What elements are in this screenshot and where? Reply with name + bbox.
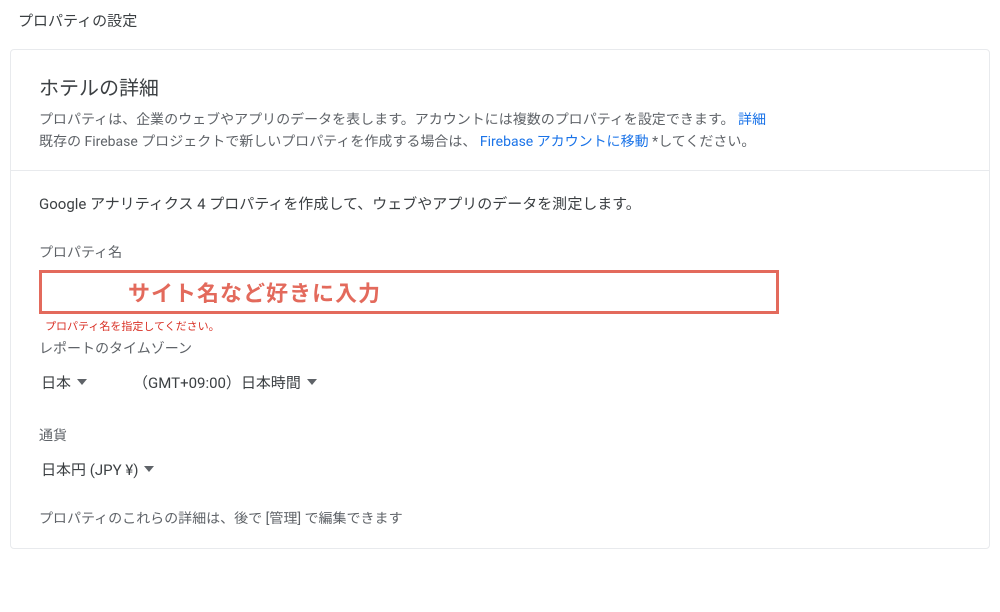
panel-header-title: ホテルの詳細 <box>39 72 961 101</box>
panel-header-description: プロパティは、企業のウェブやアプリのデータを表します。アカウントには複数のプロパ… <box>39 109 961 154</box>
panel-header: ホテルの詳細 プロパティは、企業のウェブやアプリのデータを表します。アカウントに… <box>11 50 989 171</box>
property-panel: ホテルの詳細 プロパティは、企業のウェブやアプリのデータを表します。アカウントに… <box>10 49 990 549</box>
timezone-value-text: （GMT+09:00）日本時間 <box>133 372 301 393</box>
desc-text-2a: 既存の Firebase プロジェクトで新しいプロパティを作成する場合は、 <box>39 134 476 150</box>
details-link[interactable]: 詳細 <box>738 112 766 128</box>
chevron-down-icon <box>307 379 317 385</box>
currency-dropdown[interactable]: 日本円 (JPY ¥) <box>39 453 156 486</box>
desc-text-2b: *してください。 <box>652 134 755 150</box>
annotation-overlay-text: サイト名など好きに入力 <box>128 276 381 308</box>
timezone-label: レポートのタイムゾーン <box>39 338 961 358</box>
chevron-down-icon <box>144 466 154 472</box>
lead-text: Google アナリティクス 4 プロパティを作成して、ウェブやアプリのデータを… <box>39 193 961 214</box>
timezone-row: 日本 （GMT+09:00）日本時間 <box>39 366 961 399</box>
page-title: プロパティの設定 <box>0 0 1000 49</box>
currency-label: 通貨 <box>39 425 961 445</box>
panel-body: Google アナリティクス 4 プロパティを作成して、ウェブやアプリのデータを… <box>11 171 989 548</box>
edit-later-footnote: プロパティのこれらの詳細は、後で [管理] で編集できます <box>39 508 961 528</box>
timezone-value-dropdown[interactable]: （GMT+09:00）日本時間 <box>131 366 319 399</box>
desc-text-1: プロパティは、企業のウェブやアプリのデータを表します。アカウントには複数のプロパ… <box>39 112 735 128</box>
property-name-error: プロパティ名を指定してください。 <box>39 318 961 334</box>
currency-value-text: 日本円 (JPY ¥) <box>41 459 138 480</box>
chevron-down-icon <box>77 379 87 385</box>
timezone-country-value: 日本 <box>41 372 71 393</box>
timezone-country-dropdown[interactable]: 日本 <box>39 366 89 399</box>
currency-row: 日本円 (JPY ¥) <box>39 453 961 486</box>
property-name-input[interactable]: サイト名など好きに入力 <box>39 270 779 314</box>
firebase-link[interactable]: Firebase アカウントに移動 <box>480 134 649 150</box>
property-name-label: プロパティ名 <box>39 242 961 262</box>
